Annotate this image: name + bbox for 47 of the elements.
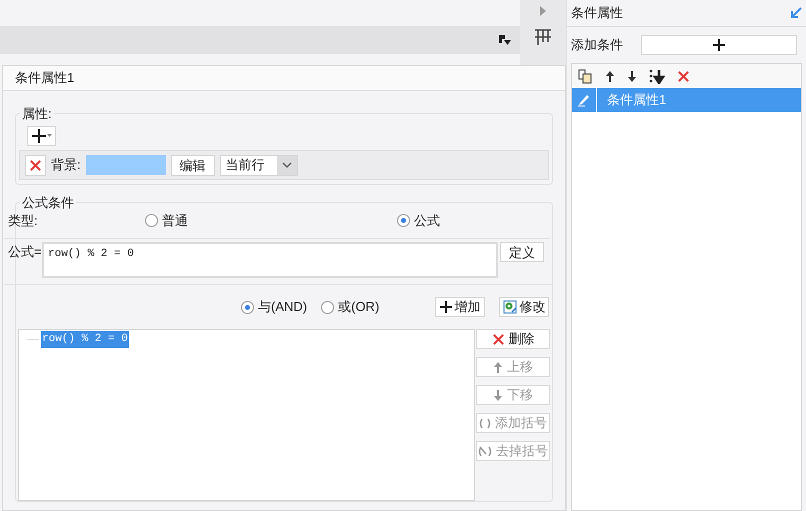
dialog-title: 条件属性1: [15, 69, 74, 88]
delete-icon: [492, 332, 504, 346]
pencil-icon: [577, 93, 591, 107]
bracket-remove-icon: [478, 444, 492, 458]
scope-dropdown[interactable]: 当前行: [220, 154, 298, 176]
copy-icon[interactable]: [578, 68, 593, 84]
format-dropdown-icon[interactable]: [499, 34, 512, 46]
caret-icon: [46, 134, 52, 138]
type-label: 类型:: [8, 212, 39, 230]
edit-button[interactable]: 编辑: [170, 154, 215, 176]
arrow-up-icon: [493, 360, 503, 374]
close-icon: [29, 158, 42, 172]
expand-arrow-icon[interactable]: [540, 6, 546, 16]
modify-button[interactable]: 修改: [499, 297, 549, 317]
plus-icon: [32, 129, 46, 143]
radio-button[interactable]: [145, 214, 158, 227]
color-swatch[interactable]: [86, 155, 166, 175]
delete-button[interactable]: 删除: [476, 329, 550, 349]
panel-title: 条件属性: [571, 4, 623, 22]
formula-field[interactable]: row() % 2 = 0: [42, 242, 498, 278]
grid-icon[interactable]: [534, 28, 552, 46]
radio-label: 普通: [162, 212, 188, 230]
radio-label: 公式: [414, 212, 440, 230]
add-condition-label: 添加条件: [571, 36, 624, 54]
define-button[interactable]: 定义: [500, 242, 544, 262]
plus-icon: [440, 301, 452, 313]
condition-label: 条件属性1: [606, 91, 666, 110]
add-dropdown-button[interactable]: [27, 126, 56, 146]
radio-button[interactable]: [241, 300, 254, 314]
chevron-down-icon: [282, 162, 292, 168]
arrow-up-icon: [605, 70, 615, 82]
arrow-down-icon: [493, 388, 503, 402]
move-bottom-icon[interactable]: [649, 68, 665, 84]
delete-icon: [677, 70, 690, 82]
gear-edit-icon: [502, 300, 516, 314]
bracket-icon: [479, 416, 491, 430]
radio-button[interactable]: [397, 214, 410, 227]
radio-label: 与(AND): [258, 298, 308, 316]
add-button[interactable]: 增加: [435, 297, 485, 317]
plus-icon: [713, 39, 725, 51]
radio-label: 或(OR): [338, 298, 380, 316]
arrow-diagonal-icon[interactable]: [790, 7, 802, 19]
formula-label: 公式=: [7, 243, 42, 261]
attribute-label: 背景:: [51, 156, 81, 174]
radio-button[interactable]: [321, 300, 334, 314]
arrow-down-icon: [627, 70, 637, 82]
remove-button[interactable]: [25, 154, 46, 176]
